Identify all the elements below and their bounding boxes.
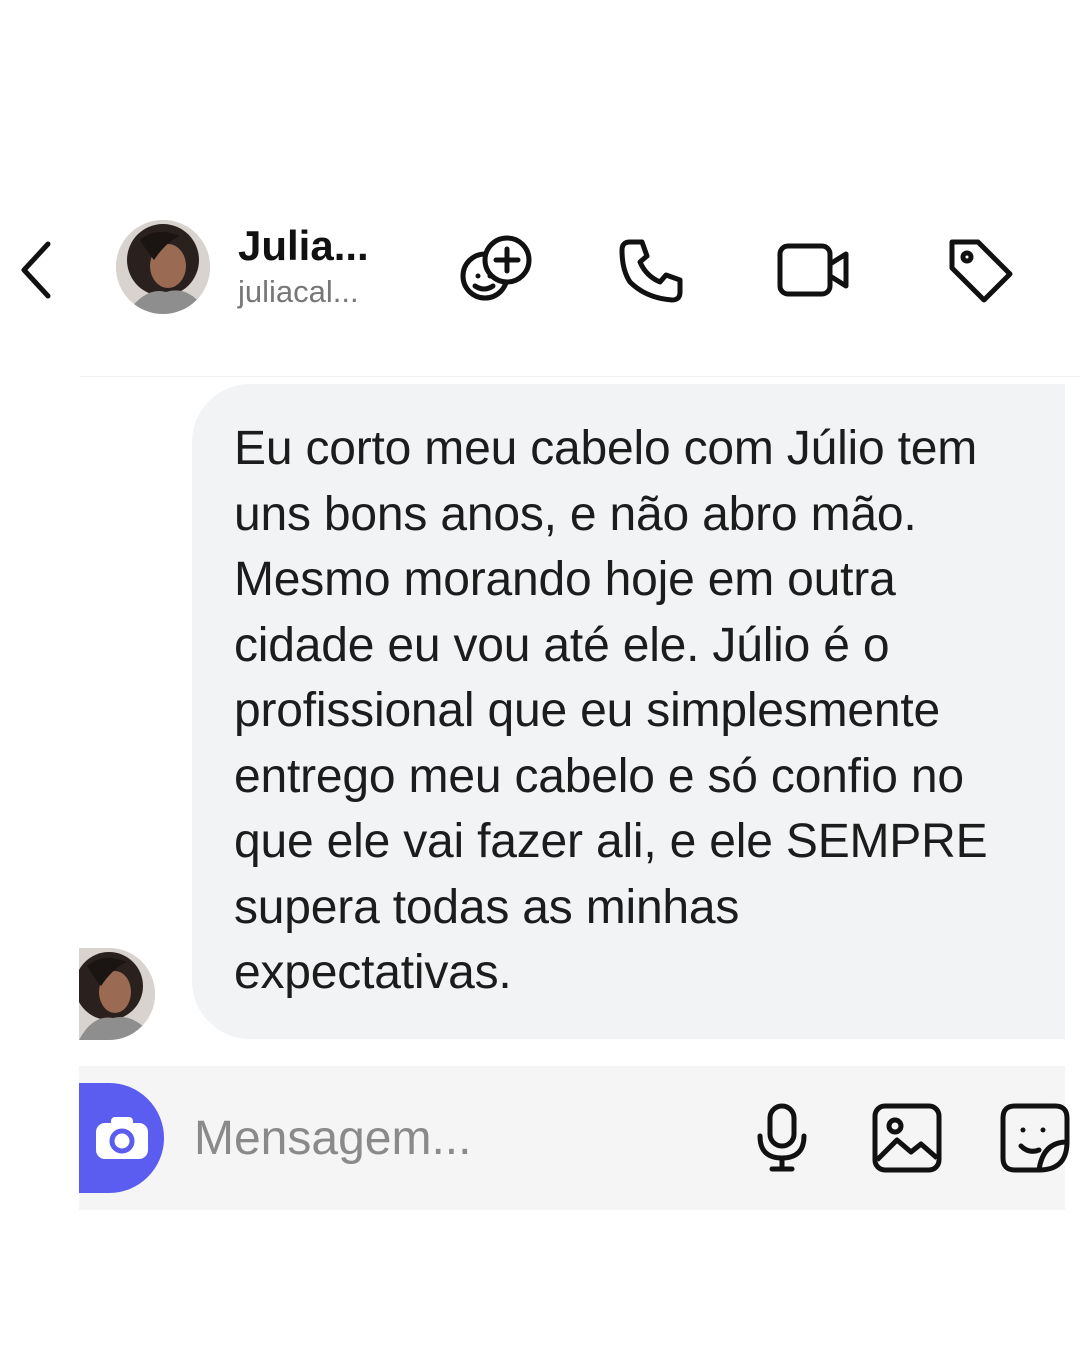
camera-button[interactable]: [79, 1083, 164, 1193]
message-line: uns bons anos, e não abro mão.: [234, 487, 917, 541]
message-line: expectativas.: [234, 946, 512, 999]
contact-info[interactable]: Julia... juliacal...: [238, 220, 438, 312]
phone-icon: [619, 239, 683, 303]
message-line: que ele vai fazer ali, e ele SEMPRE: [234, 815, 988, 868]
sender-avatar[interactable]: [79, 948, 155, 1040]
message-line: Eu corto meu cabelo com Júlio tem: [234, 422, 978, 475]
chat-header: Julia... juliacal...: [0, 200, 1080, 340]
add-to-group-button[interactable]: [456, 230, 536, 310]
video-camera-icon: [777, 243, 849, 297]
camera-icon: [95, 1117, 148, 1159]
microphone-icon: [757, 1103, 807, 1172]
contact-username: juliacal...: [238, 274, 359, 309]
message-bubble[interactable]: Eu corto meu cabelo com Júlio tem uns bo…: [192, 384, 1065, 1039]
gallery-button[interactable]: [869, 1100, 945, 1176]
message-line: Mesmo morando hoje em outra: [234, 553, 896, 606]
image-icon: [872, 1103, 942, 1173]
message-line: supera todas as minhas: [234, 880, 740, 934]
voice-message-button[interactable]: [744, 1100, 820, 1176]
chevron-left-icon: [21, 241, 51, 299]
contact-name: Julia...: [238, 222, 369, 269]
voice-call-button[interactable]: [612, 230, 692, 310]
header-divider: [80, 376, 1080, 377]
sticker-button[interactable]: [997, 1100, 1073, 1176]
back-button[interactable]: [8, 230, 64, 310]
sticker-icon: [1000, 1103, 1070, 1173]
tag-button[interactable]: [940, 230, 1020, 310]
message-line: cidade eu vou até ele. Júlio é o: [234, 618, 890, 672]
message-input[interactable]: [194, 1106, 714, 1170]
tag-icon: [949, 239, 1013, 303]
video-call-button[interactable]: [774, 230, 854, 310]
message-line: entrego meu cabelo e só confio no: [234, 749, 964, 803]
message-text: Eu corto meu cabelo com Júlio tem uns bo…: [234, 416, 1065, 1006]
message-line: profissional que eu simplesmente: [234, 684, 940, 737]
add-people-icon: [460, 235, 532, 301]
message-composer: [79, 1066, 1070, 1210]
contact-avatar[interactable]: [116, 220, 210, 314]
